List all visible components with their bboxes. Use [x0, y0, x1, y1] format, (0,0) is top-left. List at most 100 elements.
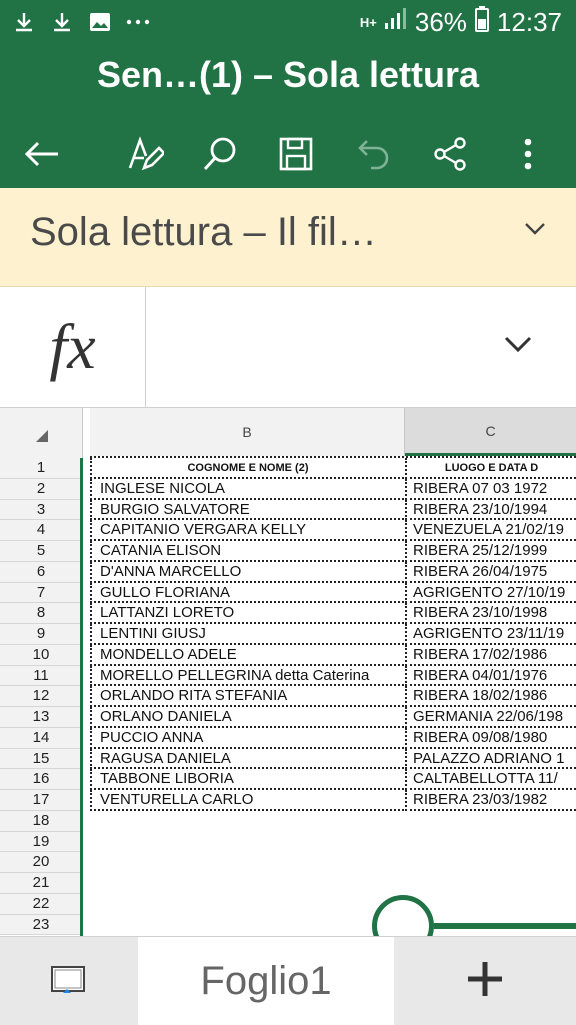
save-button[interactable] — [268, 126, 324, 182]
cell-birth[interactable]: CALTABELLOTTA 11/ — [405, 769, 576, 790]
formula-bar: fx — [0, 287, 576, 408]
cell-birth[interactable]: RIBERA 17/02/1986 — [405, 644, 576, 666]
cell-name[interactable]: LATTANZI LORETO — [90, 603, 404, 624]
cell-birth[interactable]: RIBERA 23/10/1994 — [405, 499, 576, 521]
cell-birth[interactable]: AGRIGENTO 23/11/19 — [405, 624, 576, 645]
row-header[interactable]: 23 — [0, 914, 82, 936]
row-header[interactable]: 17 — [0, 790, 82, 811]
cell-name[interactable]: PUCCIO ANNA — [90, 727, 404, 749]
cell-name[interactable]: TABBONE LIBORIA — [90, 769, 404, 790]
cell-name[interactable] — [90, 915, 404, 936]
edit-button[interactable] — [118, 126, 174, 182]
fx-icon[interactable]: fx — [0, 287, 146, 407]
row-header[interactable]: 5 — [0, 541, 82, 562]
cell-birth[interactable] — [405, 811, 576, 832]
table-row — [90, 894, 576, 915]
row-header[interactable]: 16 — [0, 769, 82, 790]
row-header[interactable]: 6 — [0, 561, 82, 583]
add-sheet-button[interactable] — [394, 937, 576, 1025]
row-header[interactable]: 7 — [0, 582, 82, 604]
cell-name[interactable]: INGLESE NICOLA — [90, 478, 404, 500]
cell-birth[interactable]: VENEZUELA 21/02/19 — [405, 520, 576, 541]
row-header[interactable]: 3 — [0, 499, 82, 521]
cell-birth[interactable]: RIBERA 26/04/1975 — [405, 561, 576, 583]
cell-name[interactable]: ORLANO DANIELA — [90, 707, 404, 728]
cell-birth[interactable]: RIBERA 23/10/1998 — [405, 603, 576, 624]
chevron-down-icon[interactable] — [524, 222, 546, 241]
cell-birth[interactable]: RIBERA 04/01/1976 — [405, 665, 576, 687]
cell-name[interactable]: D'ANNA MARCELLO — [90, 561, 404, 583]
cell-birth[interactable]: GERMANIA 22/06/198 — [405, 707, 576, 728]
more-options-button[interactable] — [500, 126, 556, 182]
row-headers: 1 2 3 4 5 6 7 8 9 10 11 12 13 14 15 16 17 18 19 20 21 22 23 — [0, 458, 82, 936]
cell-name[interactable]: CAPITANIO VERGARA KELLY — [90, 520, 404, 541]
row-header[interactable]: 1 — [0, 458, 82, 479]
row-header[interactable]: 14 — [0, 727, 82, 749]
row-header[interactable]: 11 — [0, 665, 82, 687]
table-row: PUCCIO ANNA RIBERA 09/08/1980 — [90, 727, 576, 749]
cell-name[interactable]: LENTINI GIUSJ — [90, 624, 404, 645]
sheet-tab-foglio1[interactable]: Foglio1 — [138, 937, 394, 1025]
image-icon — [88, 10, 112, 34]
column-header-b[interactable]: B — [90, 408, 405, 456]
row-header[interactable]: 4 — [0, 520, 82, 541]
selection-line — [434, 923, 576, 929]
battery-icon — [474, 5, 489, 39]
cell-name[interactable]: BURGIO SALVATORE — [90, 499, 404, 521]
cell-name[interactable] — [90, 852, 404, 873]
cell-name[interactable]: VENTURELLA CARLO — [90, 790, 404, 811]
row-header[interactable]: 13 — [0, 707, 82, 728]
cell-name[interactable]: RAGUSA DANIELA — [90, 748, 404, 770]
cell-name[interactable]: ORLANDO RITA STEFANIA — [90, 686, 404, 707]
download-icon — [50, 10, 74, 34]
chevron-down-icon[interactable] — [504, 335, 532, 358]
row-header[interactable]: 21 — [0, 873, 82, 894]
row-header[interactable]: 15 — [0, 748, 82, 770]
share-button[interactable] — [422, 126, 478, 182]
row-header[interactable]: 2 — [0, 478, 82, 500]
row-header[interactable]: 19 — [0, 831, 82, 853]
cell-birth[interactable] — [405, 852, 576, 873]
cell-birth[interactable]: RIBERA 18/02/1986 — [405, 686, 576, 707]
formula-input[interactable] — [146, 287, 526, 407]
column-header-c[interactable]: C — [405, 408, 576, 456]
search-button[interactable] — [192, 126, 248, 182]
row-header[interactable]: 8 — [0, 603, 82, 624]
cell-birth[interactable]: PALAZZO ADRIANO 1 — [405, 748, 576, 770]
select-all-corner[interactable] — [0, 408, 83, 459]
table-row: CAPITANIO VERGARA KELLY VENEZUELA 21/02/1… — [90, 520, 576, 541]
cell-name[interactable]: MORELLO PELLEGRINA detta Caterina — [90, 665, 404, 687]
cell-name[interactable]: MONDELLO ADELE — [90, 644, 404, 666]
row-header[interactable]: 22 — [0, 893, 82, 915]
back-button[interactable] — [14, 126, 70, 182]
sheet-tab-bar: Foglio1 — [0, 936, 576, 1025]
undo-button[interactable] — [346, 126, 402, 182]
table-row: D'ANNA MARCELLO RIBERA 26/04/1975 — [90, 561, 576, 583]
select-all-icon — [36, 430, 48, 442]
cell-name[interactable] — [90, 811, 404, 832]
header-cell-birth[interactable]: LUOGO E DATA D — [405, 458, 576, 479]
cell-name[interactable] — [90, 873, 404, 894]
cell-name[interactable] — [90, 832, 404, 853]
row-header[interactable]: 10 — [0, 644, 82, 666]
cell-birth[interactable]: RIBERA 09/08/1980 — [405, 727, 576, 749]
cell-birth[interactable]: RIBERA 07 03 1972 — [405, 478, 576, 500]
cell-name[interactable] — [90, 894, 404, 915]
row-header[interactable]: 18 — [0, 810, 82, 832]
sheets-icon — [51, 966, 85, 993]
cell-birth[interactable] — [405, 873, 576, 894]
row-header[interactable]: 20 — [0, 852, 82, 873]
row-header[interactable]: 12 — [0, 686, 82, 707]
network-type: H+ — [359, 14, 377, 30]
cell-name[interactable]: GULLO FLORIANA — [90, 582, 404, 604]
cell-birth[interactable] — [405, 832, 576, 853]
cell-birth[interactable]: RIBERA 25/12/1999 — [405, 541, 576, 562]
read-only-banner[interactable]: Sola lettura – Il fil… — [0, 188, 576, 287]
header-cell-name[interactable]: COGNOME E NOME (2) — [90, 458, 404, 479]
row-header[interactable]: 9 — [0, 624, 82, 645]
cell-name[interactable]: CATANIA ELISON — [90, 541, 404, 562]
cell-birth[interactable]: AGRIGENTO 27/10/19 — [405, 582, 576, 604]
cell-birth[interactable]: RIBERA 23/03/1982 — [405, 790, 576, 811]
table-row: RAGUSA DANIELA PALAZZO ADRIANO 1 — [90, 748, 576, 770]
sheets-view-button[interactable] — [0, 937, 138, 1025]
